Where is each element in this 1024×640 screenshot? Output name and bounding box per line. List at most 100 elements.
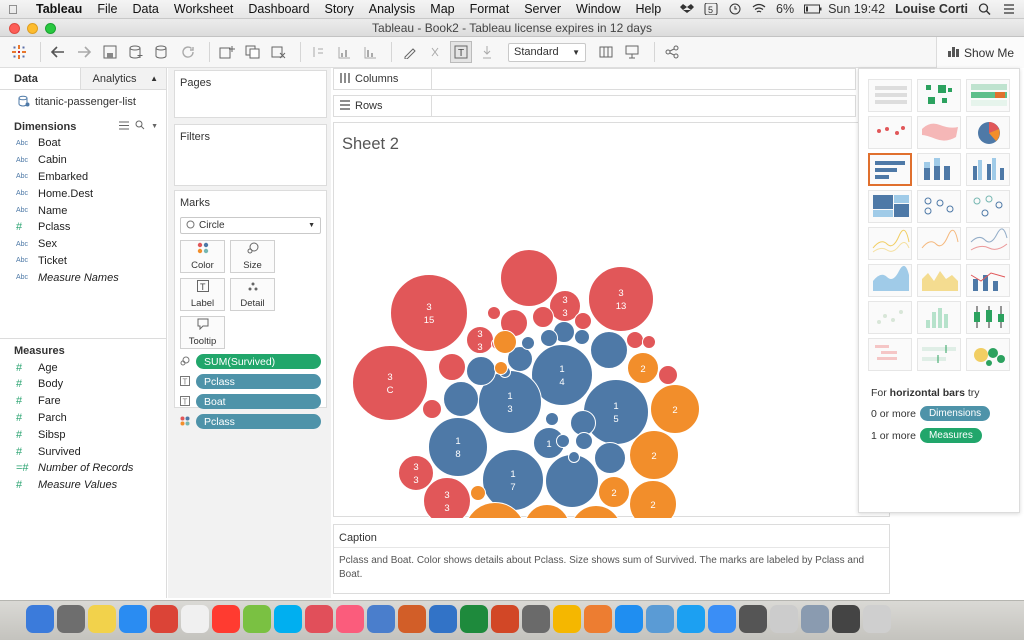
show-labels-icon[interactable]: T xyxy=(450,41,472,63)
dock-app-icon[interactable] xyxy=(646,605,674,633)
share-icon[interactable] xyxy=(661,41,683,63)
label-button[interactable]: T Label xyxy=(180,278,225,311)
chart-type-area-continuous[interactable] xyxy=(868,264,912,297)
chart-type-side-by-side-circles[interactable] xyxy=(966,190,1010,223)
bubble-mark[interactable] xyxy=(352,345,428,421)
dock-app-icon[interactable] xyxy=(181,605,209,633)
bubble-mark[interactable] xyxy=(390,274,468,352)
detail-button[interactable]: Detail xyxy=(230,278,275,311)
pill-pclass-color[interactable]: Pclass xyxy=(196,414,321,429)
field-item[interactable]: # Fare xyxy=(0,393,166,410)
bubble-mark[interactable] xyxy=(642,335,656,349)
chart-type-circle-views[interactable] xyxy=(917,190,961,223)
notification-center-icon[interactable] xyxy=(1002,3,1016,15)
tab-analytics[interactable]: Analytics ▲ xyxy=(79,68,166,89)
bubble-mark[interactable] xyxy=(466,356,496,386)
rows-shelf[interactable]: Rows xyxy=(333,95,856,117)
menu-help[interactable]: Help xyxy=(636,2,662,16)
chart-type-lines-continuous[interactable] xyxy=(868,227,912,260)
bubble-mark[interactable] xyxy=(545,412,559,426)
clear-sheet-icon[interactable] xyxy=(268,41,290,63)
sort-ascending-icon[interactable] xyxy=(333,41,355,63)
bubble-mark[interactable] xyxy=(658,365,678,385)
group-icon[interactable] xyxy=(424,41,446,63)
dock-app-icon[interactable] xyxy=(832,605,860,633)
swap-icon[interactable] xyxy=(307,41,329,63)
highlight-icon[interactable] xyxy=(398,41,420,63)
menu-window[interactable]: Window xyxy=(576,2,620,16)
field-item[interactable]: Abc Embarked xyxy=(0,169,166,186)
dock-app-icon[interactable] xyxy=(429,605,457,633)
menu-format[interactable]: Format xyxy=(470,2,510,16)
field-item[interactable]: Abc Ticket xyxy=(0,253,166,270)
menu-worksheet[interactable]: Worksheet xyxy=(174,2,234,16)
bubble-mark[interactable] xyxy=(568,451,580,463)
field-item[interactable]: Abc Cabin xyxy=(0,152,166,169)
field-item[interactable]: # Sibsp xyxy=(0,426,166,443)
chart-type-dual-lines[interactable] xyxy=(966,227,1010,260)
dock-app-icon[interactable] xyxy=(88,605,116,633)
dock-app-icon[interactable] xyxy=(26,605,54,633)
view-toggle-icon[interactable] xyxy=(119,121,130,133)
bubble-mark[interactable] xyxy=(626,331,644,349)
save-icon[interactable] xyxy=(99,41,121,63)
bubble-mark[interactable] xyxy=(575,432,593,450)
pages-shelf[interactable]: Pages xyxy=(174,70,327,118)
menu-map[interactable]: Map xyxy=(430,2,454,16)
back-icon[interactable] xyxy=(47,41,69,63)
bubble-mark[interactable] xyxy=(443,381,479,417)
pause-updates-icon[interactable] xyxy=(151,41,173,63)
dimensions-menu-icon[interactable]: ▼ xyxy=(151,123,158,130)
bubble-mark[interactable] xyxy=(583,379,649,445)
dock-app-icon[interactable] xyxy=(553,605,581,633)
menu-file[interactable]: File xyxy=(97,2,117,16)
menu-server[interactable]: Server xyxy=(524,2,561,16)
field-item[interactable]: # Pclass xyxy=(0,219,166,236)
dock-app-icon[interactable] xyxy=(460,605,488,633)
bubble-mark[interactable] xyxy=(570,410,596,436)
bubble-mark[interactable] xyxy=(590,331,628,369)
presentation-icon[interactable] xyxy=(622,41,644,63)
field-item[interactable]: Abc Boat xyxy=(0,135,166,152)
chart-type-dual-combination[interactable] xyxy=(966,264,1010,297)
bubble-mark[interactable] xyxy=(428,417,488,477)
bubble-mark[interactable] xyxy=(493,330,517,354)
dock-app-icon[interactable] xyxy=(708,605,736,633)
five-icon[interactable]: 5 xyxy=(704,2,718,16)
bubble-mark[interactable] xyxy=(500,249,558,307)
new-worksheet-icon[interactable] xyxy=(216,41,238,63)
field-item[interactable]: Abc Measure Names xyxy=(0,269,166,286)
chart-type-packed-bubbles[interactable] xyxy=(966,338,1010,371)
zoom-window-button[interactable] xyxy=(45,23,56,34)
chart-type-horizontal-bars[interactable] xyxy=(868,153,912,186)
tooltip-button[interactable]: Tooltip xyxy=(180,316,225,349)
field-item[interactable]: # Age xyxy=(0,359,166,376)
chart-type-symbol-map[interactable] xyxy=(868,116,912,149)
dock-app-icon[interactable] xyxy=(770,605,798,633)
worksheet-view[interactable]: Sheet 2 3 15 3 C 3 13 3 3 3 3 3 3 3 3 1 4 1 3 1 5 1 8 1 7 1 2 2 2 2 2… xyxy=(333,122,890,518)
field-item[interactable]: # Measure Values xyxy=(0,477,166,494)
dock-app-icon[interactable] xyxy=(739,605,767,633)
datasource-item[interactable]: titanic-passenger-list xyxy=(0,90,166,114)
caption-text[interactable]: Pclass and Boat. Color shows details abo… xyxy=(334,548,889,582)
color-button[interactable]: Color xyxy=(180,240,225,273)
field-item[interactable]: # Body xyxy=(0,376,166,393)
bubble-mark[interactable] xyxy=(556,434,570,448)
dock-app-icon[interactable] xyxy=(57,605,85,633)
field-item[interactable]: # Parch xyxy=(0,410,166,427)
field-item[interactable]: # Survived xyxy=(0,443,166,460)
tab-data[interactable]: Data xyxy=(0,68,80,89)
chart-type-gantt-chart[interactable] xyxy=(868,338,912,371)
chart-type-heat-map[interactable] xyxy=(917,79,961,112)
spotlight-icon[interactable] xyxy=(978,3,992,16)
field-item[interactable]: =# Number of Records xyxy=(0,460,166,477)
dock-app-icon[interactable] xyxy=(615,605,643,633)
bubble-mark[interactable] xyxy=(521,336,535,350)
size-button[interactable]: Size xyxy=(230,240,275,273)
chart-type-box-and-whisker[interactable] xyxy=(966,301,1010,334)
fix-axes-icon[interactable] xyxy=(476,41,498,63)
chart-type-highlight-table[interactable] xyxy=(966,79,1010,112)
new-datasource-icon[interactable] xyxy=(125,41,147,63)
dock-app-icon[interactable] xyxy=(150,605,178,633)
fit-select[interactable]: Standard ▼ xyxy=(508,42,586,62)
